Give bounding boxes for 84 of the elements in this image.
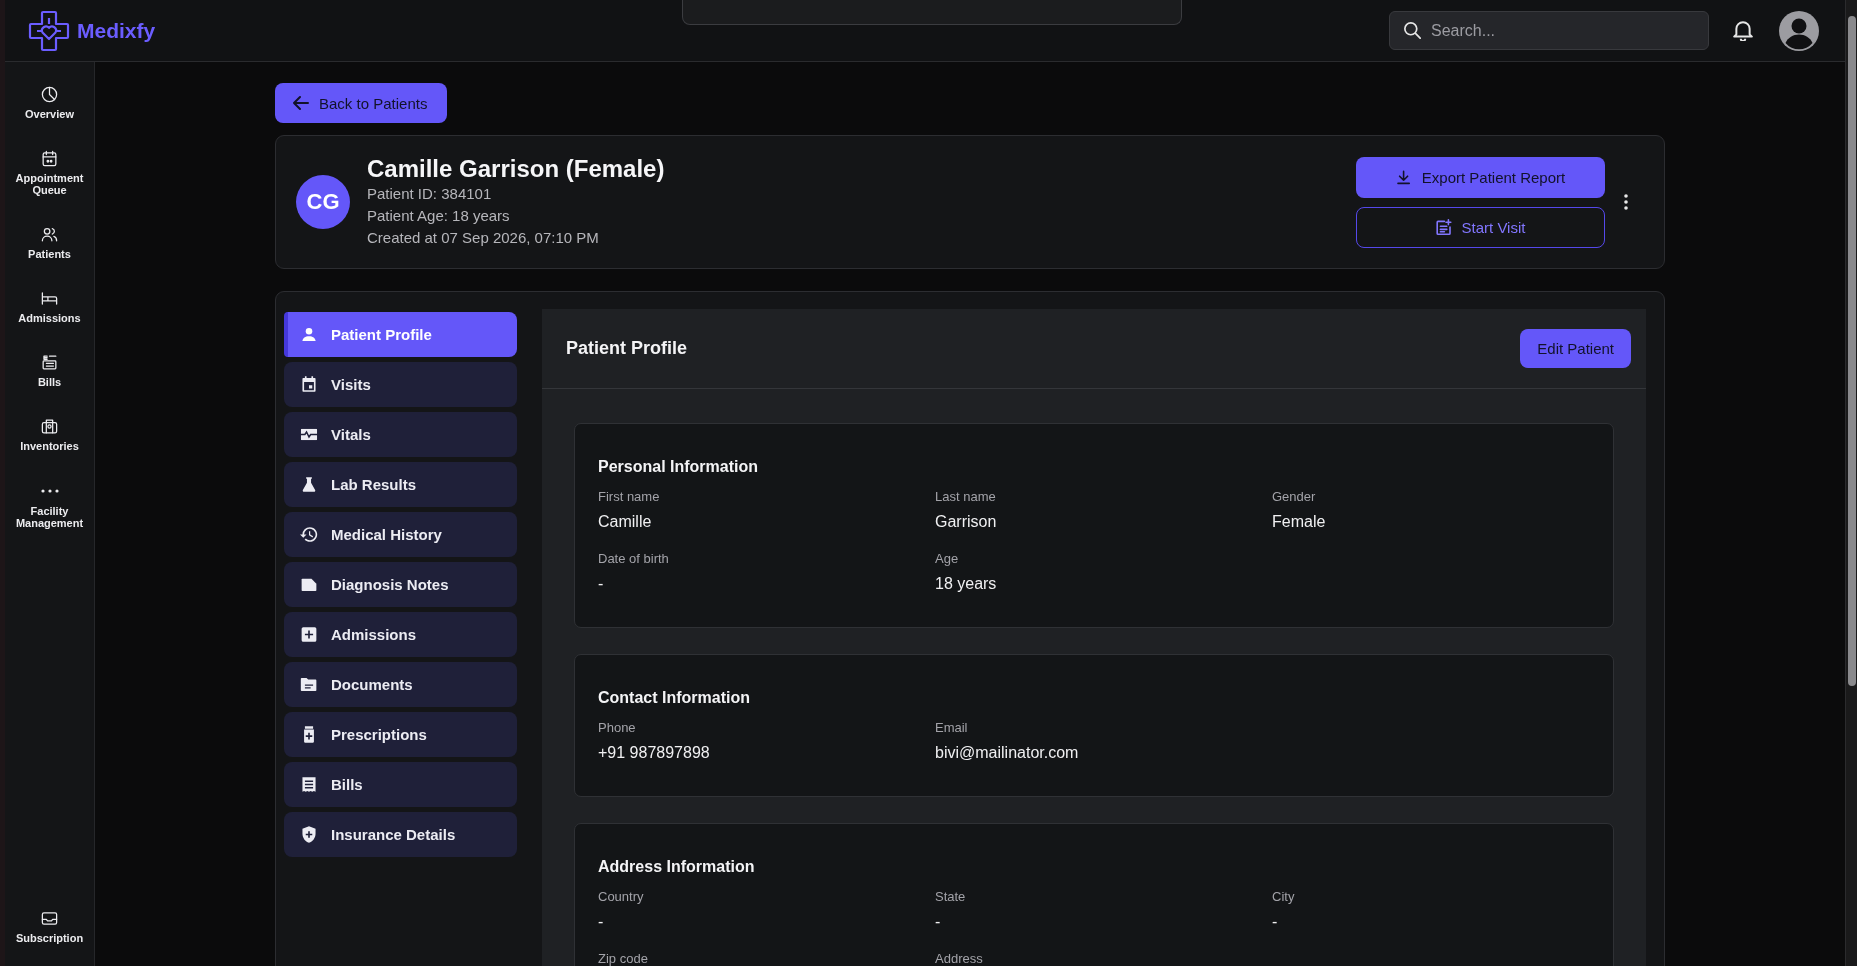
download-icon — [1395, 169, 1412, 185]
field-label: Address — [935, 951, 984, 966]
field-value: - — [598, 912, 605, 932]
field-label: State — [935, 889, 967, 905]
app-name: Medixfy — [77, 18, 156, 43]
tab[interactable]: Diagnosis Notes — [284, 562, 517, 607]
nav-item[interactable]: Subscription — [12, 909, 87, 944]
notifications-button[interactable] — [1733, 20, 1753, 41]
start-visit-button[interactable]: Start Visit — [1356, 206, 1605, 248]
field-label: Email — [935, 720, 969, 736]
field-value: Camille — [598, 512, 653, 532]
person-icon — [300, 326, 318, 343]
more-dots-icon — [40, 489, 59, 493]
pulse-icon — [300, 426, 318, 443]
field-label: Country — [598, 889, 645, 905]
field-value: +91 987897898 — [598, 743, 711, 763]
tab[interactable]: Vitals — [284, 412, 517, 457]
note-plus-icon — [1435, 219, 1452, 235]
back-button[interactable]: Back to Patients — [275, 83, 448, 123]
field-label: Gender — [1272, 489, 1317, 505]
field-label: City — [1272, 889, 1296, 905]
note-icon — [300, 576, 318, 593]
tab[interactable]: Insurance Details — [284, 812, 517, 857]
edit-patient-button[interactable]: Edit Patient — [1520, 329, 1631, 368]
bed-icon — [40, 289, 59, 308]
arrow-left-icon — [293, 95, 309, 111]
flask-icon — [300, 476, 318, 493]
nav-item[interactable]: Facility Management — [5, 481, 94, 529]
field-label: Last name — [935, 489, 997, 505]
search-icon — [1404, 22, 1421, 39]
tab[interactable]: Documents — [284, 662, 517, 707]
patient-detail: Patient ID: 384101 — [367, 184, 493, 204]
field-label: Phone — [598, 720, 637, 736]
scrollbar[interactable] — [1845, 0, 1857, 966]
field-label: Date of birth — [598, 551, 670, 567]
nav-item[interactable]: Admissions — [15, 289, 84, 324]
people-icon — [40, 225, 59, 244]
field-label: First name — [598, 489, 661, 505]
field-value: - — [935, 912, 942, 932]
shield-plus-icon — [300, 826, 318, 843]
field-value: - — [598, 574, 605, 594]
scrollbar-thumb[interactable] — [1847, 16, 1856, 686]
patient-detail: Created at 07 Sep 2026, 07:10 PM — [367, 228, 600, 248]
tab[interactable]: Lab Results — [284, 462, 517, 507]
inbox-icon — [40, 909, 59, 928]
list-icon — [40, 353, 59, 372]
field-value: 18 years — [935, 574, 998, 594]
tab[interactable]: Visits — [284, 362, 517, 407]
nav-item[interactable]: Overview — [22, 85, 77, 120]
tab[interactable]: Patient Profile — [284, 312, 517, 357]
field-label: Age — [935, 551, 960, 567]
panel-title: Patient Profile — [566, 338, 688, 359]
section-title: Personal Information — [598, 457, 760, 477]
bell-icon — [1733, 20, 1753, 41]
pie-chart-icon — [40, 85, 59, 104]
patient-detail: Patient Age: 18 years — [367, 206, 511, 226]
field-value: Garrison — [935, 512, 998, 532]
nav-item[interactable]: Patients — [25, 225, 74, 260]
section-title: Address Information — [598, 857, 756, 877]
field-value: - — [1272, 912, 1279, 932]
tab[interactable]: Prescriptions — [284, 712, 517, 757]
field-value: Female — [1272, 512, 1327, 532]
tab[interactable]: Bills — [284, 762, 517, 807]
field-value: bivi@mailinator.com — [935, 743, 1080, 763]
patient-name: Camille Garrison (Female) — [367, 155, 666, 183]
export-report-button[interactable]: Export Patient Report — [1356, 156, 1605, 198]
field-label: Zip code — [598, 951, 649, 966]
history-icon — [300, 526, 318, 543]
calendar-icon — [40, 149, 59, 168]
receipt-icon — [300, 776, 318, 793]
tab[interactable]: Admissions — [284, 612, 517, 657]
folder-icon — [300, 676, 318, 693]
nav-item[interactable]: Bills — [34, 353, 65, 388]
logo-icon — [28, 9, 70, 52]
tab[interactable]: Medical History — [284, 512, 517, 557]
calendar-icon — [300, 376, 318, 393]
nav-item[interactable]: Appointment Queue — [5, 149, 94, 196]
avatar-icon[interactable] — [1779, 10, 1819, 51]
search-field[interactable]: Search... — [1389, 11, 1709, 50]
kebab-icon — [1624, 194, 1628, 210]
nav-item[interactable]: Inventories — [17, 417, 82, 452]
briefcase-icon — [40, 417, 59, 436]
patient-avatar: CG — [296, 175, 350, 229]
section-title: Contact Information — [598, 688, 751, 708]
